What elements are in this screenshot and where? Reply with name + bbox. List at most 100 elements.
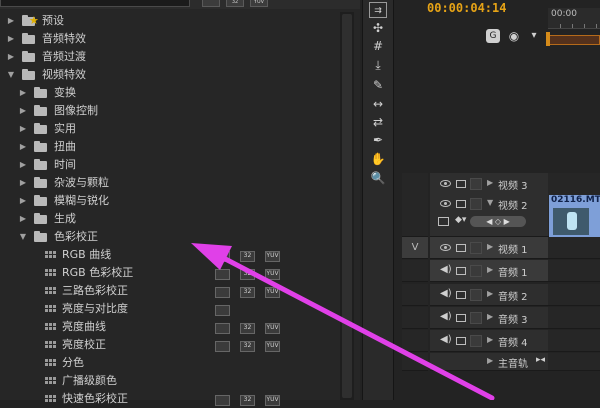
track-select-icon[interactable]: ⇉ — [369, 2, 387, 18]
expand-track-icon[interactable]: ▶ — [487, 242, 493, 251]
tree-item[interactable]: ▶ 时间 — [0, 156, 338, 174]
track-header[interactable]: ▶ 视频 3 — [430, 173, 548, 195]
track-content-area[interactable] — [548, 330, 600, 352]
sync-lock-icon[interactable] — [456, 337, 466, 345]
track-content-area[interactable] — [548, 237, 600, 259]
rate-stretch-icon[interactable]: ⤓ — [369, 57, 387, 73]
accelerated-effects-filter-button[interactable] — [202, 0, 220, 7]
expand-arrow-icon[interactable]: ▶ — [18, 210, 28, 228]
expand-arrow-icon[interactable]: ▶ — [18, 138, 28, 156]
playhead[interactable] — [546, 32, 550, 46]
tree-item[interactable]: RGB 色彩校正 32 YUV — [0, 264, 338, 282]
toggle-output-eye-icon[interactable] — [440, 180, 451, 187]
pen-icon[interactable]: ✒ — [369, 132, 387, 148]
display-style-icon[interactable] — [438, 217, 449, 226]
track-content-area[interactable] — [548, 173, 600, 195]
source-track-target[interactable] — [402, 353, 428, 371]
expand-track-icon[interactable]: ▶ — [487, 178, 493, 187]
toggle-audio-speaker-icon[interactable]: ◀) — [440, 288, 452, 299]
tree-item[interactable]: ▶ 变换 — [0, 84, 338, 102]
track-lock-toggle[interactable] — [470, 198, 482, 210]
expand-arrow-icon[interactable]: ▶ — [18, 174, 28, 192]
sync-lock-icon[interactable] — [456, 180, 466, 188]
hand-icon[interactable]: ✋ — [369, 151, 387, 167]
toggle-audio-speaker-icon[interactable]: ◀) — [440, 311, 452, 322]
track-header[interactable]: ▶ 视频 1 — [430, 237, 548, 259]
source-track-target[interactable]: V — [402, 237, 428, 259]
work-area-bar[interactable] — [548, 35, 600, 45]
tree-item[interactable]: ▶ 音频特效 — [0, 30, 338, 48]
track-lock-toggle[interactable] — [470, 178, 482, 190]
tree-item[interactable]: ▶ 扭曲 — [0, 138, 338, 156]
collapse-track-icon[interactable]: ▼ — [487, 198, 493, 207]
tree-item[interactable]: ▶ 生成 — [0, 210, 338, 228]
expand-track-icon[interactable]: ▶ — [487, 356, 493, 365]
expand-arrow-icon[interactable]: ▶ — [6, 30, 16, 48]
tree-item[interactable]: RGB 曲线 32 YUV — [0, 246, 338, 264]
track-content-area[interactable] — [548, 260, 600, 282]
track-header[interactable]: ◀) ▶ 音频 4 — [430, 330, 548, 352]
track-header[interactable]: ◀) ▶ 音频 2 — [430, 284, 548, 306]
expand-arrow-icon[interactable]: ▶ — [18, 84, 28, 102]
expand-track-icon[interactable]: ▶ — [487, 312, 493, 321]
toggle-output-eye-icon[interactable] — [440, 200, 451, 207]
prev-keyframe-icon[interactable]: ◀ — [486, 217, 495, 226]
snap-icon[interactable]: G — [486, 29, 500, 43]
tree-item[interactable]: ▶ 实用 — [0, 120, 338, 138]
toggle-output-eye-icon[interactable] — [440, 244, 451, 251]
track-header[interactable]: ▼ 视频 2 — [430, 193, 548, 237]
slide-icon[interactable]: ⇄ — [369, 114, 387, 130]
source-track-target[interactable] — [402, 260, 428, 282]
yuv-effects-filter-button[interactable]: YUV — [250, 0, 268, 7]
expand-arrow-icon[interactable]: ▶ — [6, 12, 16, 30]
expand-track-icon[interactable]: ▶ — [487, 335, 493, 344]
track-lock-toggle[interactable] — [470, 335, 482, 347]
ripple-edit-icon[interactable]: ✣ — [369, 20, 387, 36]
track-header[interactable]: ◀) ▶ 音频 1 — [430, 260, 548, 282]
sync-lock-icon[interactable] — [456, 244, 466, 252]
tree-item[interactable]: 三路色彩校正 32 YUV — [0, 282, 338, 300]
collapse-arrow-icon[interactable]: ▼ — [18, 228, 28, 246]
track-lock-toggle[interactable] — [470, 312, 482, 324]
track-content-area[interactable] — [548, 284, 600, 306]
rolling-edit-icon[interactable]: # — [369, 38, 387, 54]
source-track-target[interactable] — [402, 173, 428, 195]
track-header[interactable]: ▶ 主音轨 ▸◂ — [430, 353, 548, 371]
slip-icon[interactable]: ↔ — [369, 96, 387, 112]
sync-lock-icon[interactable] — [456, 267, 466, 275]
sync-lock-icon[interactable] — [456, 200, 466, 208]
expand-track-icon[interactable]: ▶ — [487, 289, 493, 298]
tree-item[interactable]: 广播级颜色 — [0, 372, 338, 390]
expand-arrow-icon[interactable]: ▶ — [18, 120, 28, 138]
sync-lock-icon[interactable] — [456, 314, 466, 322]
expand-track-icon[interactable]: ▶ — [487, 265, 493, 274]
tree-item[interactable]: ▼ 视频特效 — [0, 66, 338, 84]
zoom-icon[interactable]: 🔍 — [369, 170, 387, 186]
tree-item[interactable]: 分色 — [0, 354, 338, 372]
sync-lock-icon[interactable] — [456, 291, 466, 299]
track-lock-toggle[interactable] — [470, 265, 482, 277]
keyframe-toggle-icon[interactable]: ◆▾ — [455, 215, 466, 225]
toggle-audio-speaker-icon[interactable]: ◀) — [440, 334, 452, 345]
expand-arrow-icon[interactable]: ▶ — [18, 156, 28, 174]
track-header[interactable]: ◀) ▶ 音频 3 — [430, 307, 548, 329]
next-keyframe-icon[interactable]: ▶ — [501, 217, 510, 226]
track-content-area[interactable] — [548, 307, 600, 329]
expand-arrow-icon[interactable]: ▶ — [6, 48, 16, 66]
tree-item[interactable]: ▶ 杂波与颗粒 — [0, 174, 338, 192]
track-content-area[interactable] — [548, 353, 600, 371]
effects-scrollbar-thumb[interactable] — [342, 14, 352, 398]
tree-item[interactable]: 亮度校正 32 YUV — [0, 336, 338, 354]
tree-item[interactable]: ▶ ★ 预设 — [0, 12, 338, 30]
expand-arrow-icon[interactable]: ▶ — [18, 102, 28, 120]
expand-arrow-icon[interactable]: ▶ — [18, 192, 28, 210]
tree-item[interactable]: ▶ 音频过渡 — [0, 48, 338, 66]
tree-item[interactable]: ▶ 模糊与锐化 — [0, 192, 338, 210]
effects-search-input[interactable] — [0, 0, 190, 7]
set-marker-icon[interactable]: ◉ — [507, 29, 521, 43]
32bit-effects-filter-button[interactable]: 32 — [226, 0, 244, 7]
track-lock-toggle[interactable] — [470, 242, 482, 254]
marker-dropdown-icon[interactable]: ▾ — [527, 29, 541, 43]
razor-icon[interactable]: ✎ — [369, 77, 387, 93]
source-track-target[interactable] — [402, 193, 428, 237]
